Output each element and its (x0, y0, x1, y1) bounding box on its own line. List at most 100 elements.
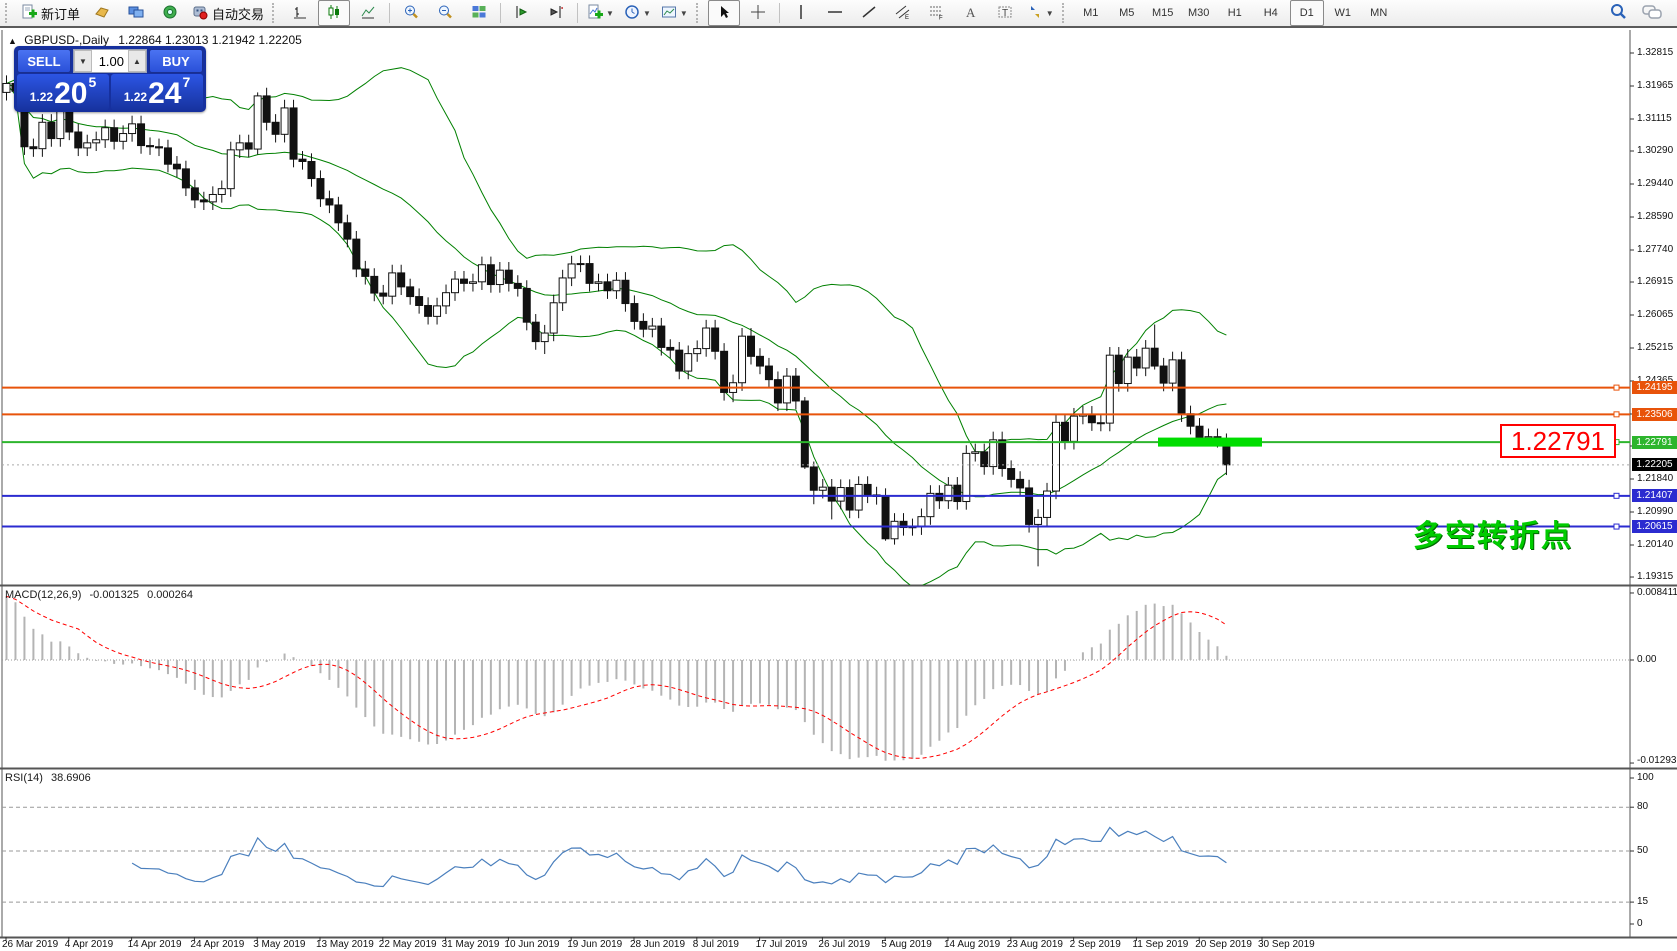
tile-windows-icon (471, 4, 487, 23)
svg-text:E: E (905, 15, 909, 20)
cursor-button[interactable] (708, 0, 740, 26)
fibonacci-button[interactable]: F (921, 0, 953, 26)
crosshair-button[interactable] (742, 0, 774, 26)
timeframe-button-W1[interactable]: W1 (1326, 0, 1360, 26)
line-handle[interactable] (1614, 412, 1619, 417)
svg-text:F: F (939, 15, 943, 20)
time-axis-label[interactable]: 22 May 2019 (379, 939, 437, 950)
line-handle[interactable] (1614, 385, 1619, 390)
tile-windows-button[interactable] (463, 0, 495, 26)
price-axis-tick: 1.32815 (1637, 47, 1673, 58)
vertical-line-button[interactable] (785, 0, 817, 26)
bar-chart-button[interactable] (284, 0, 316, 26)
time-axis-label[interactable]: 20 Sep 2019 (1195, 939, 1252, 950)
timeframe-button-M5[interactable]: M5 (1110, 0, 1144, 26)
time-axis-label[interactable]: 17 Jul 2019 (756, 939, 808, 950)
price-axis-tick: 1.20990 (1637, 506, 1673, 517)
toolbar-grip[interactable] (272, 3, 279, 23)
time-axis-label[interactable]: 11 Sep 2019 (1132, 939, 1188, 950)
price-callout-box[interactable]: 1.22791 (1500, 424, 1616, 458)
buy-price-display[interactable]: 1.22 24 7 (111, 74, 203, 110)
time-axis-label[interactable]: 3 May 2019 (253, 939, 305, 950)
timeframe-button-H1[interactable]: H1 (1218, 0, 1252, 26)
buy-price-prefix: 1.22 (124, 90, 147, 104)
time-axis-label[interactable]: 26 Jul 2019 (818, 939, 870, 950)
signals-button[interactable] (154, 0, 186, 26)
timeframe-button-H4[interactable]: H4 (1254, 0, 1288, 26)
volume-input[interactable]: 1.00 (92, 50, 128, 72)
line-handle[interactable] (1614, 524, 1619, 529)
candlestick-chart-button[interactable] (318, 0, 350, 26)
auto-scroll-button[interactable] (506, 0, 538, 26)
text-label-icon: T (997, 4, 1013, 23)
new-order-button[interactable]: 新订单 (17, 0, 84, 26)
timeframe-button-M15[interactable]: M15 (1146, 0, 1180, 26)
chart-shift-button[interactable] (540, 0, 572, 26)
line-handle[interactable] (1614, 493, 1619, 498)
new-chart-button[interactable] (86, 0, 118, 26)
toolbar-grip[interactable] (5, 3, 12, 23)
time-axis-label[interactable]: 13 May 2019 (316, 939, 374, 950)
price-axis-tick: 1.31965 (1637, 80, 1673, 91)
crosshair-icon (750, 4, 766, 23)
text-button[interactable]: A (955, 0, 987, 26)
toolbar-grip[interactable] (696, 3, 703, 23)
volume-decrease-button[interactable]: ▼ (74, 50, 92, 72)
horizontal-line-button[interactable] (819, 0, 851, 26)
collapse-arrow-icon[interactable]: ▲ (8, 36, 17, 46)
text-label-button[interactable]: T (989, 0, 1021, 26)
equidistant-channel-icon: E (895, 4, 911, 23)
time-axis-label[interactable]: 14 Aug 2019 (944, 939, 1000, 950)
trendline-button[interactable] (853, 0, 885, 26)
macd-name: MACD(12,26,9) (5, 589, 81, 601)
arrows-button[interactable]: ▼ (1023, 0, 1058, 26)
time-axis-label[interactable]: 5 Aug 2019 (881, 939, 932, 950)
bar-chart-icon (292, 4, 308, 23)
periods-button[interactable]: ▼ (620, 0, 655, 26)
time-axis-label[interactable]: 14 Apr 2019 (128, 939, 182, 950)
main-toolbar: 新订单 自动交易 (0, 0, 1677, 28)
timeframe-button-D1[interactable]: D1 (1290, 0, 1324, 26)
time-axis-label[interactable]: 10 Jun 2019 (504, 939, 559, 950)
time-axis-label[interactable]: 26 Mar 2019 (2, 939, 58, 950)
time-axis-label[interactable]: 4 Apr 2019 (65, 939, 113, 950)
time-axis-label[interactable]: 31 May 2019 (442, 939, 500, 950)
time-axis-label[interactable]: 19 Jun 2019 (567, 939, 622, 950)
time-axis-label[interactable]: 24 Apr 2019 (190, 939, 244, 950)
buy-button[interactable]: BUY (149, 49, 203, 73)
profiles-icon (128, 4, 144, 23)
zoom-in-button[interactable] (395, 0, 427, 26)
search-button[interactable] (1602, 0, 1634, 26)
time-axis-label[interactable]: 2 Sep 2019 (1070, 939, 1121, 950)
chart-title: ▲ GBPUSD-,Daily 1.22864 1.23013 1.21942 … (8, 33, 302, 47)
cursor-icon (716, 4, 732, 23)
sell-price-display[interactable]: 1.22 20 5 (17, 74, 109, 110)
templates-button[interactable]: ▼ (657, 0, 692, 26)
chat-button[interactable] (1636, 0, 1668, 26)
sell-button[interactable]: SELL (17, 49, 71, 73)
profiles-button[interactable] (120, 0, 152, 26)
highlight-segment[interactable] (1158, 438, 1262, 447)
time-axis-label[interactable]: 23 Aug 2019 (1007, 939, 1063, 950)
timeframe-button-MN[interactable]: MN (1362, 0, 1396, 26)
indicators-button[interactable]: ▼ (583, 0, 618, 26)
buy-price-pip: 7 (182, 74, 190, 90)
chat-icon (1642, 3, 1662, 24)
equidistant-channel-button[interactable]: E (887, 0, 919, 26)
toolbar-grip[interactable] (1062, 3, 1069, 23)
time-axis-label[interactable]: 30 Sep 2019 (1258, 939, 1315, 950)
volume-increase-button[interactable]: ▲ (128, 50, 146, 72)
rsi-value: 38.6906 (51, 772, 91, 784)
timeframe-button-M30[interactable]: M30 (1182, 0, 1216, 26)
timeframe-button-M1[interactable]: M1 (1074, 0, 1108, 26)
zoom-out-button[interactable] (429, 0, 461, 26)
chart-annotation-text[interactable]: 多空转折点 (1413, 511, 1573, 555)
line-chart-button[interactable] (352, 0, 384, 26)
toolbar-separator (577, 3, 578, 23)
chart-canvas[interactable] (0, 0, 1677, 951)
macd-value: -0.001325 (89, 589, 139, 601)
time-axis-label[interactable]: 28 Jun 2019 (630, 939, 685, 950)
autotrading-button[interactable]: 自动交易 (188, 0, 268, 26)
time-axis-label[interactable]: 8 Jul 2019 (693, 939, 739, 950)
macd-axis-tick: 0.008411 (1637, 587, 1677, 598)
